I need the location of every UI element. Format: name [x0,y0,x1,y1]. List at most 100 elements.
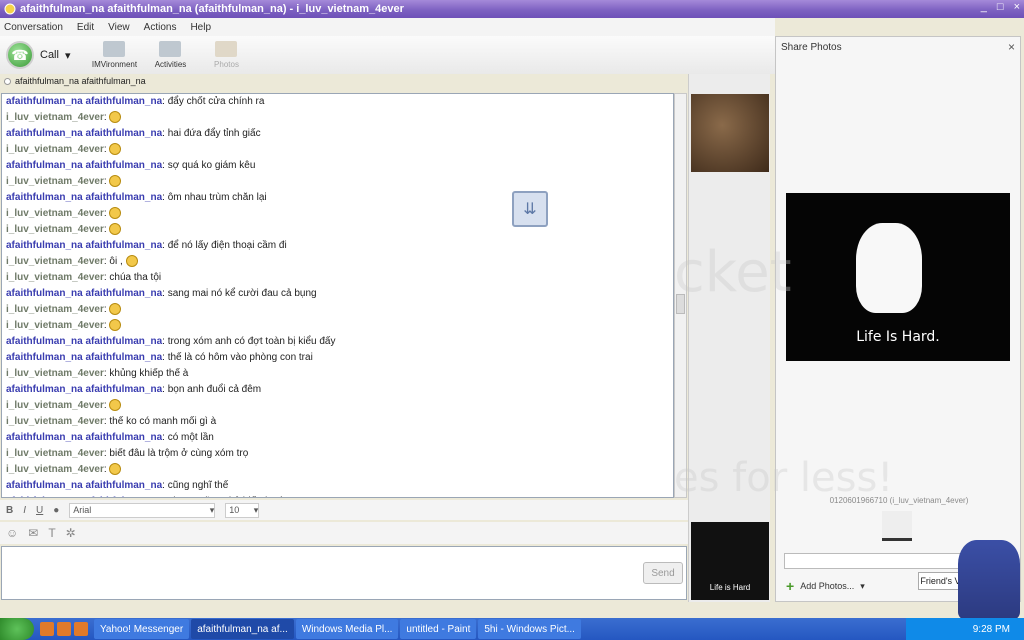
chat-message: afaithfulman_na afaithfulman_na: bọn anh… [6,384,262,395]
taskbar-button[interactable]: Yahoo! Messenger [94,619,190,639]
chat-message: i_luv_vietnam_4ever: [2,222,673,238]
menu-help[interactable]: Help [190,22,211,33]
chat-message: afaithfulman_na afaithfulman_na: để nó l… [6,240,287,251]
photo-text: Life Is Hard. [856,329,940,345]
chat-message: afaithfulman_na afaithfulman_na: hai đứa… [6,128,261,139]
activities-button[interactable]: Activities [142,41,198,69]
audible-icon[interactable]: ✉ [28,526,38,540]
chat-history[interactable]: afaithfulman_na afaithfulman_na: đẩy chố… [1,93,674,498]
message-text: hai đứa đẩy tỉnh giấc [167,128,261,139]
message-sender: i_luv_vietnam_4ever [6,144,104,155]
bold-button[interactable]: B [6,505,13,516]
message-sender: i_luv_vietnam_4ever [6,320,104,331]
emoticon-sleepy-icon [109,143,122,156]
add-photos-button[interactable]: Add Photos... [800,581,854,591]
scroll-to-bottom-button[interactable]: ⇊ [512,191,548,227]
shared-photo[interactable]: Life Is Hard. [786,193,1010,361]
status-icon [4,77,11,85]
activities-icon [159,41,182,57]
message-text: có một lần [167,432,214,443]
message-text: nhưng cũng chả biết đc gì [168,496,284,497]
message-text: chúa tha tội [109,272,162,283]
chat-message: i_luv_vietnam_4ever: [2,318,673,334]
chevron-down-icon[interactable]: ▾ [65,49,71,62]
contact-avatar [691,94,769,172]
taskbar-button[interactable]: afaithfulman_na af... [191,619,294,639]
message-text: ôm nhau trùm chăn lại [167,192,267,203]
message-sender: i_luv_vietnam_4ever [6,272,104,283]
maximize-button[interactable]: □ [997,1,1004,13]
message-text: trong xóm anh có đợt toàn bị kiểu đấy [167,336,336,347]
clock[interactable]: 9:28 PM [973,624,1010,635]
message-sender: afaithfulman_na afaithfulman_na [6,288,163,299]
message-text: thế ko có manh mối gì à [109,416,217,427]
message-sender: afaithfulman_na afaithfulman_na [6,432,163,443]
message-sender: i_luv_vietnam_4ever [6,224,104,235]
activities-label: Activities [154,60,187,69]
emoticon-drink-icon [109,207,122,220]
scroll-thumb[interactable] [676,294,685,314]
message-text: biết đâu là trộm ở cùng xóm trọ [109,448,249,459]
quick-launch-icon[interactable] [74,622,88,636]
menu-conversation[interactable]: Conversation [4,22,63,33]
chat-message: afaithfulman_na afaithfulman_na: đẩy chố… [6,96,265,107]
add-icon[interactable]: + [786,578,794,594]
imvironment-label: IMVironment [91,60,138,69]
menu-actions[interactable]: Actions [144,22,177,33]
text-color-icon[interactable]: ● [53,505,59,516]
photo-thumbnail[interactable] [882,511,912,541]
close-icon[interactable]: × [1008,40,1015,54]
send-button[interactable]: Send [643,562,683,584]
photos-button[interactable]: Photos [198,41,254,69]
chat-message: i_luv_vietnam_4ever: biết đâu là trộm ở … [6,448,249,459]
message-sender: i_luv_vietnam_4ever [6,208,104,219]
chat-message: afaithfulman_na afaithfulman_na: sợ quá … [6,160,256,171]
font-select[interactable]: Arial ▾ [69,502,216,518]
emoticon-drink-icon [109,223,122,236]
underline-button[interactable]: U [36,505,43,516]
close-button[interactable]: × [1014,1,1020,13]
message-sender: afaithfulman_na afaithfulman_na [6,352,163,363]
size-select[interactable]: 10 ▾ [225,502,260,518]
my-avatar: Life is Hard [691,522,769,600]
taskbar-button[interactable]: 5hi - Windows Pict... [478,619,581,639]
window-title: afaithfulman_na afaithfulman_na (afaithf… [20,3,404,15]
call-button[interactable]: ☎ Call ▾ [6,41,70,69]
chat-message: afaithfulman_na afaithfulman_na: cũng ng… [6,480,229,491]
message-sender: i_luv_vietnam_4ever [6,400,104,411]
message-sender: afaithfulman_na afaithfulman_na [6,240,163,251]
italic-button[interactable]: I [23,505,26,516]
chat-message: i_luv_vietnam_4ever: [2,206,673,222]
emoticon-wink-icon [109,111,122,124]
photos-icon [215,41,238,57]
emoticon-smile-icon [109,463,122,476]
message-input[interactable] [1,546,687,600]
chat-message: i_luv_vietnam_4ever: thế ko có manh mối … [6,416,217,427]
message-sender: i_luv_vietnam_4ever [6,464,104,475]
chat-message: i_luv_vietnam_4ever: [2,174,673,190]
start-button[interactable] [0,618,34,640]
chevron-down-icon[interactable]: ▾ [860,581,865,592]
menu-view[interactable]: View [108,22,130,33]
minimize-button[interactable]: _ [981,1,987,13]
taskbar-button[interactable]: Windows Media Pl... [295,619,399,639]
menu-edit[interactable]: Edit [77,22,94,33]
message-sender: afaithfulman_na afaithfulman_na [6,128,163,139]
call-label: Call [40,49,59,61]
message-text: đẩy chốt cửa chính ra [167,96,265,107]
recipient-bar: afaithfulman_na afaithfulman_na [4,74,146,88]
emoticon-icon[interactable]: ☺ [6,526,18,540]
chat-message: i_luv_vietnam_4ever: ôi , [2,254,673,270]
quick-launch-icon[interactable] [57,622,71,636]
nudge-icon[interactable]: ✲ [66,526,76,540]
chat-scrollbar[interactable] [674,93,687,498]
quick-launch-icon[interactable] [40,622,54,636]
taskbar-button[interactable]: untitled - Paint [400,619,477,639]
message-sender: afaithfulman_na afaithfulman_na [6,496,162,497]
text-icon[interactable]: T [48,526,55,540]
chat-message: i_luv_vietnam_4ever: khủng khiếp thế à [6,368,189,379]
chat-message: afaithfulman_na afaithfulman_na: có một … [6,432,214,443]
recipient-name: afaithfulman_na afaithfulman_na [15,76,146,86]
imvironment-button[interactable]: IMVironment [86,41,142,69]
message-text: sang mai nó kể cười đau cả bụng [167,288,317,299]
